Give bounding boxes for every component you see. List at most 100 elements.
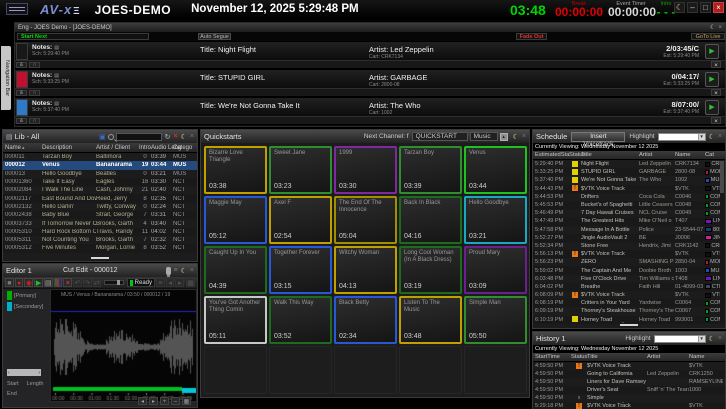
app-icon[interactable] bbox=[6, 3, 28, 15]
segue-icon[interactable]: & bbox=[16, 62, 27, 68]
settings-icon[interactable]: ▦ bbox=[186, 278, 195, 287]
column-name[interactable]: Name bbox=[689, 354, 723, 360]
column-status[interactable]: Status bbox=[569, 152, 581, 158]
close-icon[interactable]: × bbox=[190, 267, 194, 274]
zoom-in-icon[interactable]: + bbox=[160, 397, 169, 405]
column-length[interactable]: Audio Leng bbox=[151, 145, 173, 151]
stop-button[interactable]: ■ bbox=[5, 278, 14, 287]
quickstart-button[interactable]: Witchy Woman04:13 bbox=[334, 246, 397, 294]
segue-icon[interactable]: & bbox=[16, 118, 27, 124]
quickstart-button[interactable]: Sweet Jane03:23 bbox=[269, 146, 332, 194]
quickstart-button[interactable]: Tarzan Boy03:39 bbox=[399, 146, 462, 194]
schedule-row[interactable]: 5:29:40 PMNight FlightLed ZeppelinCRK713… bbox=[533, 160, 725, 168]
schedule-row[interactable]: 5:52:27 PMJingle AudioVault 2BEJ0006JIN bbox=[533, 234, 725, 242]
delete-icon[interactable]: × bbox=[711, 61, 721, 68]
quickstart-button[interactable]: Together Forever03:15 bbox=[269, 246, 332, 294]
record-append-button[interactable]: ◉ bbox=[24, 278, 33, 287]
history-row[interactable]: 5:29:18 PM!$VTK Voice Track$VTK bbox=[533, 402, 725, 409]
history-row[interactable]: 4:59:50 PM-Driver's SeatSniff 'n' The Te… bbox=[533, 386, 725, 394]
audition-icon[interactable]: ∩ bbox=[29, 90, 40, 96]
history-row[interactable]: 4:59:50 PM!$VTK Voice Track$VTK bbox=[533, 362, 725, 370]
search-icon[interactable] bbox=[108, 134, 114, 140]
close-icon[interactable]: × bbox=[718, 335, 722, 342]
quickstart-button[interactable]: Caught Up In You04:39 bbox=[204, 246, 267, 294]
close-icon[interactable]: × bbox=[718, 25, 722, 31]
link-icon[interactable]: ⇄ bbox=[93, 278, 102, 287]
play-button[interactable]: ▶ bbox=[705, 44, 719, 59]
restore-button[interactable]: □ bbox=[700, 2, 711, 13]
page-button[interactable]: ▴ bbox=[500, 133, 508, 141]
insert-voicetrack-button[interactable]: Insert Voicetrack bbox=[571, 132, 625, 142]
audition-icon[interactable]: ∩ bbox=[29, 62, 40, 68]
history-row[interactable]: 4:59:50 PM-Going to CaliforniaLed Zeppel… bbox=[533, 370, 725, 378]
schedule-row[interactable]: 6:09:19 PM-Thorney's SteakhouseThorney's… bbox=[533, 307, 725, 315]
splitter-handle[interactable] bbox=[91, 257, 109, 259]
library-row[interactable]: 00001360Take It EasyEagles1603:30NCT bbox=[3, 178, 197, 186]
column-category[interactable]: Catego bbox=[173, 145, 191, 151]
quickstart-empty-slot[interactable] bbox=[204, 346, 267, 394]
play-button[interactable]: ▶ bbox=[705, 100, 719, 115]
library-row[interactable]: 00005311Not Counting YouBrooks, Garth702… bbox=[3, 236, 197, 244]
edit-marks-icon[interactable] bbox=[54, 278, 63, 287]
quickstart-button[interactable]: Back In Black04:16 bbox=[399, 196, 462, 244]
undo-icon[interactable]: ↶ bbox=[73, 278, 82, 287]
quickstart-button[interactable]: Venus03:44 bbox=[464, 146, 527, 194]
navigation-bar-tab[interactable]: Navigation Bar bbox=[1, 46, 11, 110]
schedule-row[interactable]: 5:52:34 PMStone FreeHendrix, JimiCRK1142… bbox=[533, 242, 725, 250]
column-title[interactable]: Title bbox=[581, 152, 639, 158]
minimize-button[interactable]: – bbox=[687, 2, 698, 13]
night-mode-icon[interactable]: ☾ bbox=[674, 2, 685, 13]
start-next-button[interactable]: Start Next bbox=[17, 33, 149, 40]
schedule-row[interactable]: 6:08:09 PM!$VTK Voice Track$VTKVTK bbox=[533, 291, 725, 299]
schedule-row[interactable]: 5:47:58 PMMessage In A BottlePolice23-55… bbox=[533, 226, 725, 234]
schedule-row[interactable]: 6:03:48 PM-Five O'Clock DriveTim William… bbox=[533, 275, 725, 283]
rewind-icon[interactable]: ◂ bbox=[138, 397, 147, 405]
quickstart-button[interactable]: Hello Goodbye03:21 bbox=[464, 196, 527, 244]
zoom-out-icon[interactable]: – bbox=[171, 397, 180, 405]
secondary-track-chip[interactable]: [Secondary] bbox=[7, 302, 50, 311]
delete-icon[interactable]: × bbox=[711, 89, 721, 96]
column-artist[interactable]: Artist / Client bbox=[96, 145, 139, 151]
quickstart-button[interactable]: Maggie May05:12 bbox=[204, 196, 267, 244]
library-row[interactable]: 000012VenusBananarama1903:44MUS bbox=[3, 161, 197, 169]
schedule-row[interactable]: 5:56:13 PM!$VTK Voice Track$VTKVTK bbox=[533, 250, 725, 258]
quickstart-button[interactable]: 199903:30 bbox=[334, 146, 397, 194]
night-mode-icon[interactable]: ☾ bbox=[710, 24, 715, 31]
highlight-select[interactable]: ▼ bbox=[658, 133, 706, 141]
column-description[interactable]: Description bbox=[42, 145, 96, 151]
highlight-select[interactable]: ▼ bbox=[654, 335, 706, 343]
library-row[interactable]: 00002132Hello Darlin'Twitty, Conway002:2… bbox=[3, 203, 197, 211]
history-row[interactable]: 4:59:50 PMxSimple bbox=[533, 394, 725, 402]
category-select[interactable]: Music bbox=[470, 132, 498, 141]
fade-out-button[interactable]: Fade Out bbox=[516, 33, 547, 40]
column-start-time[interactable]: StartTime bbox=[535, 354, 571, 360]
rail-scrollbar[interactable]: ‹› bbox=[7, 369, 41, 376]
column-estimated-start[interactable]: EstimatedSta bbox=[535, 152, 569, 158]
night-mode-icon[interactable]: ☾ bbox=[181, 133, 187, 141]
schedule-row[interactable]: 5:45:53 PMBucket's of SpaghettiLittle Ce… bbox=[533, 201, 725, 209]
next-icon[interactable]: ▸ bbox=[175, 278, 184, 287]
schedule-row[interactable]: 6:10:19 PMHorney ToadHorney Toad993001CO… bbox=[533, 316, 725, 324]
quickstart-empty-slot[interactable] bbox=[464, 346, 527, 394]
schedule-row[interactable]: 5:46:49 PM7 Day Hawaii CruisesNCL Cruise… bbox=[533, 209, 725, 217]
night-mode-icon[interactable]: ☾ bbox=[181, 267, 187, 275]
column-name[interactable]: Name bbox=[675, 152, 705, 158]
waveform-display[interactable]: MUS / Venus / Bananarama / 03:50 / 00001… bbox=[50, 289, 197, 402]
night-mode-icon[interactable]: ☾ bbox=[709, 133, 715, 141]
waveform-canvas[interactable] bbox=[51, 290, 196, 401]
quickstart-button[interactable]: Proud Mary03:09 bbox=[464, 246, 527, 294]
night-mode-icon[interactable]: ☾ bbox=[513, 133, 519, 141]
schedule-row[interactable]: 6:08:19 PM-Critters in Your YardYardwise… bbox=[533, 299, 725, 307]
microphone-icon[interactable] bbox=[166, 267, 171, 275]
play-button[interactable]: ▶ bbox=[705, 72, 719, 87]
schedule-row[interactable]: 5:56:23 PMZEROSMASHING P2850-04MOD bbox=[533, 258, 725, 266]
library-row[interactable]: 00002117East Bound And DownReed, Jerry80… bbox=[3, 194, 197, 202]
record-button[interactable]: ● bbox=[15, 278, 24, 287]
schedule-row[interactable]: 5:37:40 PMWe're Not Gonna TakeThe Who100… bbox=[533, 176, 725, 184]
quickstart-button[interactable]: Bizarre Love Triangle03:38 bbox=[204, 146, 267, 194]
audition-icon[interactable]: ∩ bbox=[29, 118, 40, 124]
quickstart-button[interactable]: Axel F02:54 bbox=[269, 196, 332, 244]
column-artist[interactable]: Artist bbox=[639, 152, 675, 158]
quickstart-empty-slot[interactable] bbox=[269, 346, 332, 394]
library-row[interactable]: 00005312Five MinutesMorgan, Lorrie803:52… bbox=[3, 244, 197, 252]
